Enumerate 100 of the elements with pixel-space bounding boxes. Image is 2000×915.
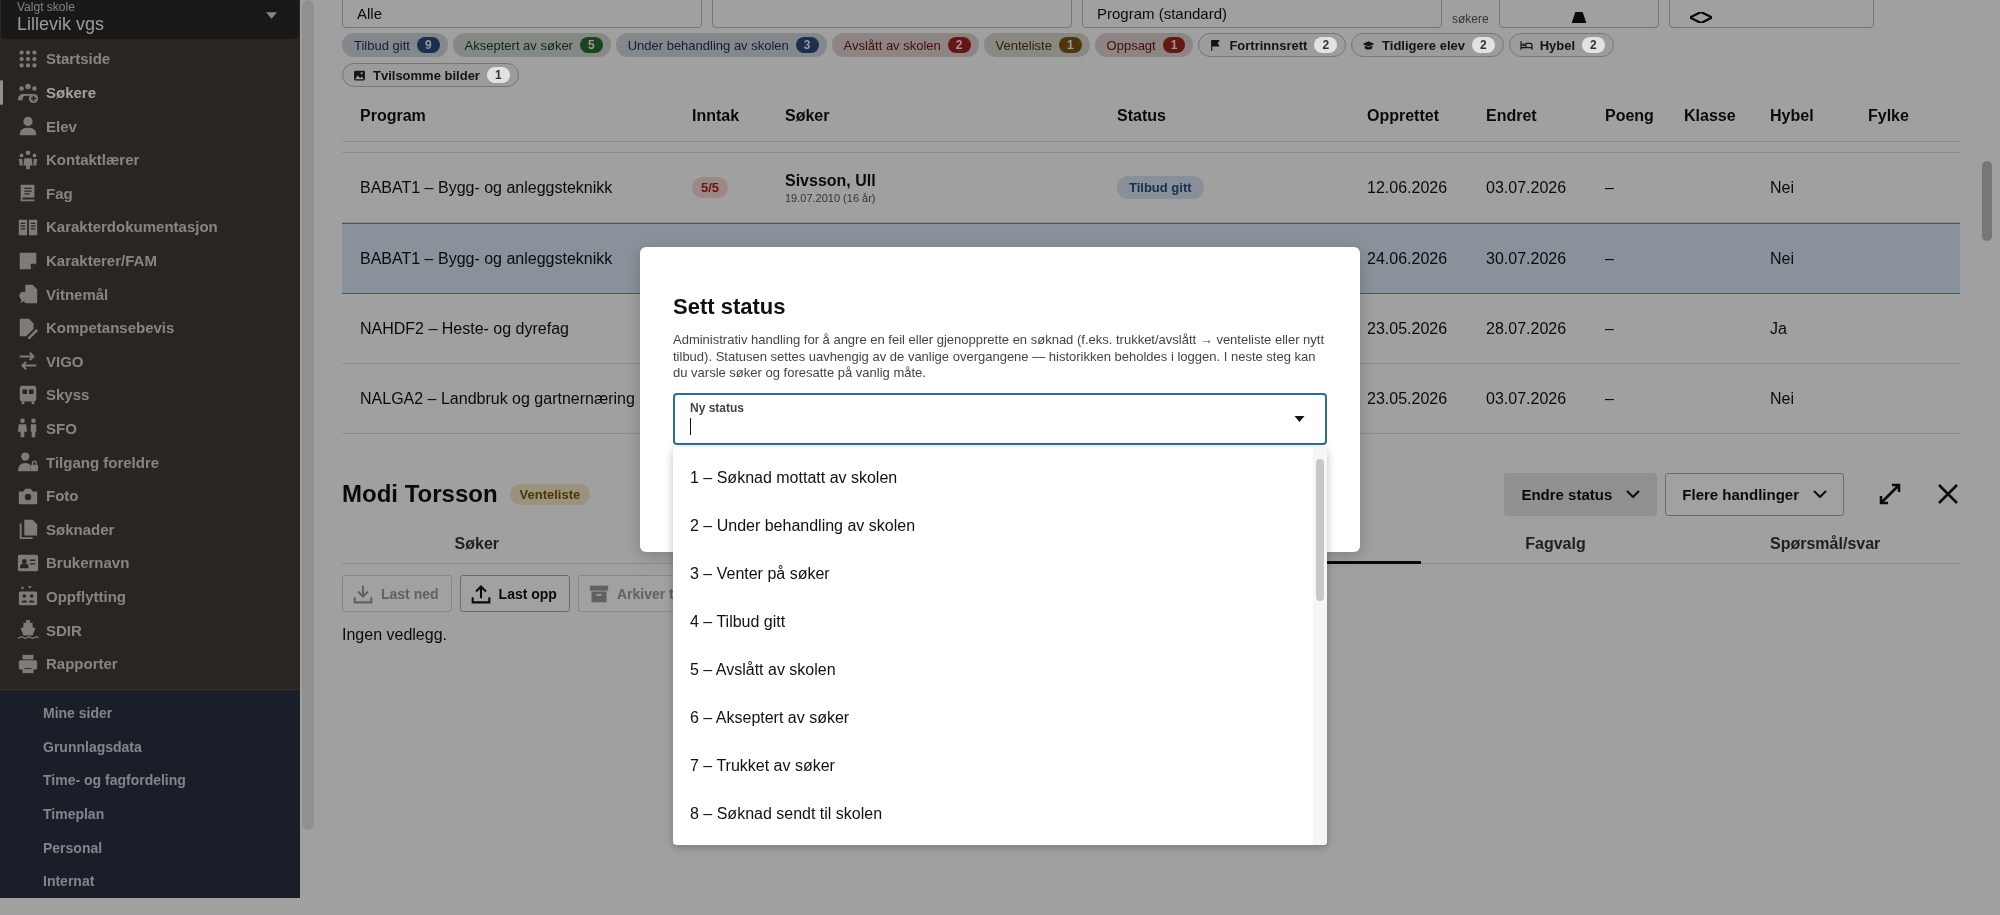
expand-icon[interactable]: [1878, 482, 1902, 506]
column-header[interactable]: Endret: [1486, 107, 1605, 125]
filter-chip[interactable]: Tvilsomme bilder 1: [342, 63, 519, 87]
sidebar-item[interactable]: SDIR: [0, 613, 300, 647]
sidebar-item[interactable]: Timeplan: [0, 797, 300, 831]
table-cell: 03.07.2026: [1486, 389, 1567, 408]
dropdown-option[interactable]: 1 – Søknad mottatt av skolen: [673, 454, 1313, 502]
count-badge: 5: [579, 37, 603, 53]
filter-button[interactable]: [1498, 0, 1659, 28]
column-header[interactable]: Klasse: [1684, 107, 1770, 125]
action-dropdown-button[interactable]: Flere handlinger: [1665, 472, 1844, 516]
chip-label: Oppsagt: [1106, 37, 1156, 53]
table-cell: 03.07.2026: [1486, 178, 1567, 197]
sidebar-item[interactable]: Personal: [0, 830, 300, 865]
caret-icon: [1294, 415, 1305, 422]
filter-chip[interactable]: Tidligere elev 2: [1351, 33, 1504, 57]
sidebar-item[interactable]: Kompetansebevis: [0, 310, 300, 345]
scrollbar[interactable]: [1982, 161, 1992, 241]
table-cell: NAHDF2 – Heste- og dyrefag: [360, 319, 569, 338]
sidebar-item[interactable]: SFO: [0, 411, 300, 446]
table-cell: 24.06.2026: [1367, 249, 1448, 268]
sidebar-item[interactable]: Elev: [0, 109, 300, 143]
filter-chip[interactable]: Hybel 2: [1508, 33, 1614, 57]
column-header[interactable]: Poeng: [1605, 107, 1684, 125]
chip-label: Avslått av skolen: [843, 37, 941, 53]
count-badge: 3: [795, 37, 819, 53]
dropdown-option[interactable]: 5 – Avslått av skolen: [673, 646, 1313, 694]
tab[interactable]: Spørsmål/svar: [1690, 525, 1960, 563]
tab[interactable]: Fagvalg: [1420, 525, 1691, 563]
count-badge: 2: [947, 37, 971, 53]
person-lock-icon: [17, 451, 39, 474]
action-dropdown-button[interactable]: Endre status: [1504, 472, 1658, 516]
sidebar-item[interactable]: Kontaktlærer: [0, 142, 300, 177]
filter-field[interactable]: Alle: [342, 0, 702, 28]
status-select-field[interactable]: Ny status: [673, 392, 1327, 445]
dropdown-option[interactable]: 7 – Trukket av søker: [673, 742, 1313, 790]
sidebar-item[interactable]: VIGO: [0, 344, 300, 379]
sidebar-item[interactable]: Mine sider: [0, 696, 300, 731]
sidebar-item[interactable]: Vitnemål: [0, 277, 300, 311]
applicant-title: Modi Torsson: [342, 480, 498, 508]
sidebar-item[interactable]: Karakterdokumentasjon: [0, 210, 300, 244]
applicant-name: Sivsson, Ull: [785, 171, 876, 190]
table-cell: BABAT1 – Bygg- og anleggsteknikk: [360, 178, 613, 197]
ship-icon: [17, 619, 39, 642]
filter-chip[interactable]: Fortrinnsrett 2: [1198, 33, 1347, 57]
count-badge: 1: [1162, 37, 1186, 53]
download-icon: [353, 583, 373, 604]
column-header[interactable]: Opprettet: [1367, 107, 1486, 125]
people-icon: [17, 148, 39, 171]
table-cell: NALGA2 – Landbruk og gartnernæring: [360, 389, 635, 408]
table-cell: Ja: [1770, 319, 1787, 338]
toolbar-button[interactable]: Last opp: [459, 575, 570, 612]
table-cell: –: [1605, 319, 1614, 338]
school-select[interactable]: Valgt skole Lillevik vgs: [1, 0, 299, 40]
chip-label: Under behandling av skolen: [627, 37, 789, 53]
sidebar-item[interactable]: Brukernavn: [0, 546, 300, 580]
table-cell: Nei: [1770, 249, 1794, 268]
sidebar-item[interactable]: Søkere: [0, 75, 300, 110]
upload-icon: [470, 583, 491, 604]
table-cell: –: [1605, 178, 1614, 197]
users-plus-icon: [17, 81, 39, 104]
filter-field[interactable]: Program (standard): [1082, 0, 1442, 28]
column-header[interactable]: Inntak: [692, 107, 785, 125]
dropdown-option[interactable]: 2 – Under behandling av skolen: [673, 502, 1313, 550]
chip-label: Hybel: [1539, 37, 1576, 53]
column-header[interactable]: Fylke: [1868, 107, 1948, 125]
dropdown-option[interactable]: 8 – Søknad sendt til skolen: [673, 790, 1313, 838]
column-header[interactable]: Søker: [785, 107, 1117, 125]
dropdown-option[interactable]: 6 – Akseptert av søker: [673, 694, 1313, 742]
count-badge: 1: [486, 67, 510, 83]
scrollbar-thumb[interactable]: [1316, 459, 1324, 601]
sidebar-item[interactable]: Oppflytting: [0, 579, 300, 614]
dialog-description: Administrativ handling for å angre en feil eller gjenopprette en søknad (f.eks. trukket/avslått → venteliste eller nytt tilbud). Statusen settes uavhengig av de vanlige overgangene — historikken beholdes i loggen. I neste steg kan du varsle søker og foresatte på vanlig måte.: [673, 332, 1326, 382]
sidebar-item[interactable]: Karakterer/FAM: [0, 243, 300, 278]
table-cell: 30.07.2026: [1486, 249, 1567, 268]
sidebar-item[interactable]: Startside: [0, 42, 300, 76]
table-cell: 28.07.2026: [1486, 319, 1567, 338]
sidebar-item[interactable]: Grunnlagsdata: [0, 730, 300, 764]
count-badge: 2: [1582, 37, 1605, 53]
sidebar-item[interactable]: Søknader: [0, 512, 300, 547]
intake-badge: 5/5: [692, 177, 729, 198]
column-header[interactable]: Program: [360, 107, 692, 125]
filter-field[interactable]: [712, 0, 1072, 28]
column-header[interactable]: Hybel: [1770, 107, 1868, 125]
sidebar-item[interactable]: Internat: [0, 864, 300, 898]
sidebar-item[interactable]: Skyss: [0, 378, 300, 412]
people-arrows-icon: [17, 585, 39, 608]
birth-date: 19.07.2010 (16 år): [785, 191, 876, 204]
sidebar-item[interactable]: Tilgang foreldre: [0, 445, 300, 479]
chevron-down-icon: [1813, 490, 1827, 498]
table-cell: –: [1605, 389, 1614, 408]
tab[interactable]: Søker: [342, 525, 612, 563]
close-icon[interactable]: [1936, 482, 1960, 506]
image-icon: [353, 68, 366, 82]
sidebar-item[interactable]: Time- og fagfordeling: [0, 763, 300, 798]
sidebar-item[interactable]: Rapporter: [0, 646, 300, 681]
sidebar-item[interactable]: Fag: [0, 176, 300, 211]
table-cell: BABAT1 – Bygg- og anleggsteknikk: [360, 249, 613, 268]
sidebar-item[interactable]: Foto: [0, 478, 300, 513]
column-header[interactable]: Status: [1117, 107, 1367, 125]
